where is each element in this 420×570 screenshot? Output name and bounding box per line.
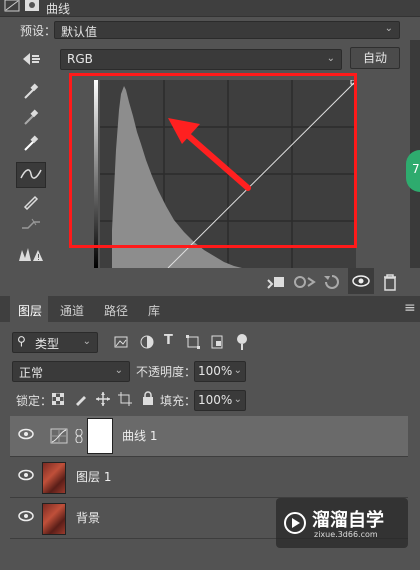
tab-paths[interactable]: 路径 xyxy=(104,302,128,319)
tab-layers[interactable]: 图层 xyxy=(18,302,42,319)
link-icon[interactable] xyxy=(74,429,84,443)
layer-name[interactable]: 背景 xyxy=(76,509,100,526)
panel-menu-icon[interactable]: ≡ xyxy=(404,300,416,316)
chevron-down-icon: ⌄ xyxy=(326,53,335,64)
layer-name[interactable]: 图层 1 xyxy=(76,468,111,485)
channel-value: RGB xyxy=(67,52,93,66)
fill-label: 填充： xyxy=(160,394,197,408)
chevron-down-icon: ⌄ xyxy=(82,336,91,347)
curves-adjustment-icon xyxy=(4,0,20,12)
blend-mode-dropdown[interactable]: 正常 ⌄ xyxy=(12,361,130,382)
annotation-arrow xyxy=(168,118,251,191)
adjustment-layer-filter-icon[interactable] xyxy=(140,335,154,349)
pixel-layer-filter-icon[interactable] xyxy=(114,336,128,348)
properties-footer xyxy=(0,268,420,296)
layer-thumbnail xyxy=(42,503,66,535)
shape-layer-filter-icon[interactable] xyxy=(186,335,200,349)
gray-point-eyedropper-icon[interactable] xyxy=(22,108,40,126)
clip-to-layer-icon[interactable] xyxy=(266,274,286,290)
trash-icon[interactable] xyxy=(382,273,398,291)
tab-library[interactable]: 库 xyxy=(148,302,160,319)
fill-input[interactable]: 100% ⌄ xyxy=(194,390,246,411)
visibility-toggle[interactable] xyxy=(348,268,374,294)
layer-filter-value: 类型 xyxy=(35,337,60,351)
layer-filter-dropdown[interactable]: ⚲ 类型 ⌄ xyxy=(12,332,98,353)
opacity-value: 100% xyxy=(198,364,233,378)
eye-icon xyxy=(352,275,370,287)
layers-panel-tabs: 图层 通道 路径 库 ≡ xyxy=(0,296,420,322)
blend-mode-value: 正常 xyxy=(19,366,44,380)
tab-channels[interactable]: 通道 xyxy=(60,302,84,319)
search-icon: ⚲ xyxy=(17,334,26,348)
type-layer-filter-icon[interactable]: T xyxy=(164,333,173,348)
eye-icon[interactable] xyxy=(18,469,34,481)
lock-label: 锁定： xyxy=(16,394,53,408)
filter-toggle-icon[interactable] xyxy=(237,334,247,344)
svg-text:!: ! xyxy=(37,253,40,262)
eye-icon[interactable] xyxy=(18,428,34,440)
lock-transparent-pixels-icon[interactable] xyxy=(52,393,64,405)
curve-points-icon xyxy=(20,169,42,179)
chevron-down-icon: ⌄ xyxy=(233,365,242,376)
smooth-curve-icon[interactable] xyxy=(20,216,42,234)
watermark-title: 溜溜自学 xyxy=(312,510,384,531)
smart-object-filter-icon[interactable] xyxy=(210,335,224,349)
opacity-label: 不透明度： xyxy=(136,365,197,379)
white-point-eyedropper-icon[interactable] xyxy=(22,134,40,152)
black-point-eyedropper-icon[interactable] xyxy=(22,82,40,100)
pencil-icon[interactable] xyxy=(22,192,40,210)
output-gradient-bar xyxy=(94,80,98,268)
layer-row-layer1[interactable]: 图层 1 xyxy=(10,457,408,498)
target-adjust-hand-icon[interactable] xyxy=(20,50,42,68)
lock-all-icon[interactable] xyxy=(142,391,154,405)
chevron-down-icon: ⌄ xyxy=(233,394,242,405)
chevron-down-icon: ⌄ xyxy=(384,23,393,34)
layer-thumbnail xyxy=(42,462,66,494)
reset-icon[interactable] xyxy=(322,274,342,290)
lock-artboard-icon[interactable] xyxy=(118,392,132,406)
lock-image-pixels-icon[interactable] xyxy=(74,392,88,406)
auto-button[interactable]: 自动 xyxy=(350,47,400,69)
chevron-down-icon: ⌄ xyxy=(114,365,123,376)
lock-position-icon[interactable] xyxy=(96,392,110,406)
curves-adjustment-icon xyxy=(50,428,68,444)
preset-value: 默认值 xyxy=(61,25,98,39)
properties-title: 曲线 xyxy=(46,2,71,16)
play-logo-icon xyxy=(284,512,306,534)
properties-title-bar: 曲线 xyxy=(0,0,420,17)
preset-label: 预设： xyxy=(20,24,57,38)
side-badge[interactable]: 7 xyxy=(406,150,420,192)
channel-dropdown[interactable]: RGB ⌄ xyxy=(60,49,342,70)
watermark-url: zixue.3d66.com xyxy=(314,530,378,539)
side-badge-label: 7 xyxy=(412,162,420,176)
edit-points-tool[interactable] xyxy=(16,162,46,188)
eye-icon[interactable] xyxy=(18,510,34,522)
layer-mask-thumbnail[interactable] xyxy=(87,418,113,454)
layer-name[interactable]: 曲线 1 xyxy=(122,427,157,444)
mask-icon xyxy=(25,0,39,11)
view-previous-state-icon[interactable] xyxy=(292,274,316,290)
layer-row-curves[interactable]: 曲线 1 xyxy=(10,416,408,457)
preset-dropdown[interactable]: 默认值 ⌄ xyxy=(54,21,400,39)
clipping-warning-icon[interactable]: ! xyxy=(18,246,44,262)
opacity-input[interactable]: 100% ⌄ xyxy=(194,361,246,382)
filter-toggle-stem xyxy=(241,344,243,350)
watermark: 溜溜自学 zixue.3d66.com xyxy=(276,498,408,548)
fill-value: 100% xyxy=(198,393,233,407)
